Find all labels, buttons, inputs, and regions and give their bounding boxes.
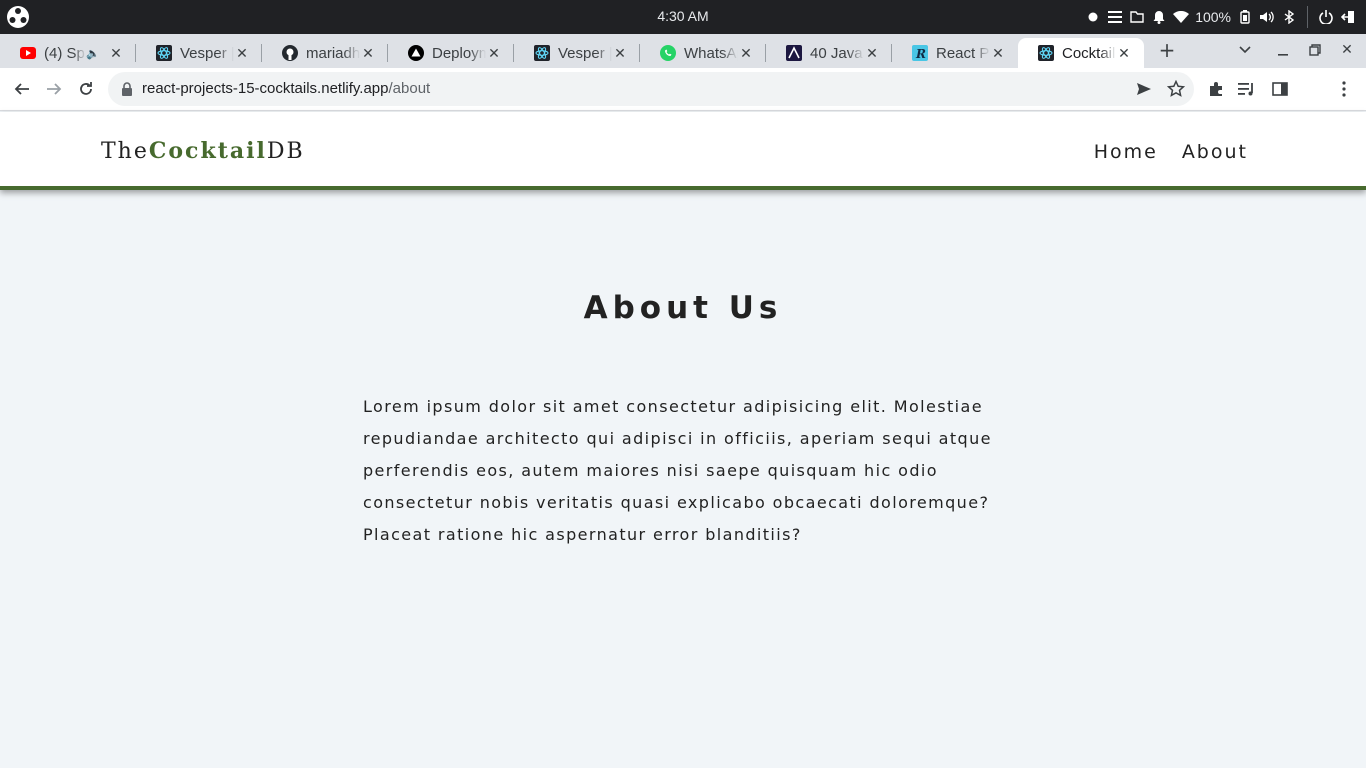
volume-icon[interactable]	[1259, 9, 1275, 25]
tab[interactable]: Vesper | ✕	[514, 38, 640, 68]
minimize-icon[interactable]	[1274, 40, 1292, 60]
system-tray: 100%	[1085, 6, 1356, 28]
back-icon[interactable]	[12, 79, 32, 99]
wifi-icon[interactable]	[1173, 9, 1190, 25]
new-tab-button[interactable]: +	[1156, 39, 1178, 61]
browser-toolbar: react-projects-15-cocktails.netlify.app/…	[0, 68, 1366, 111]
page-title: About Us	[583, 290, 783, 326]
logo-post: DB	[266, 139, 305, 164]
tab-title: Cocktails	[1062, 44, 1116, 62]
close-icon[interactable]: ✕	[738, 45, 754, 61]
logo-accent: Cocktail	[148, 138, 267, 164]
folder-icon[interactable]	[1129, 9, 1145, 25]
tab[interactable]: WhatsAp ✕	[640, 38, 766, 68]
js-course-icon	[786, 45, 802, 61]
close-icon[interactable]: ✕	[990, 45, 1006, 61]
forward-icon[interactable]	[44, 79, 64, 99]
tab-title: Vesper |	[180, 44, 234, 62]
about-paragraph: Lorem ipsum dolor sit amet consectetur a…	[363, 397, 992, 544]
tab[interactable]: (4) Sp 🔈 ✕	[0, 38, 136, 68]
tab-title: (4) Sp	[44, 44, 85, 62]
tab[interactable]: Vesper | ✕	[136, 38, 262, 68]
bookmark-star-icon[interactable]	[1166, 79, 1186, 99]
whatsapp-icon	[660, 45, 676, 61]
send-icon[interactable]	[1134, 79, 1154, 99]
battery-icon[interactable]	[1237, 9, 1253, 25]
nav-about-link[interactable]: About	[1182, 141, 1248, 163]
reload-icon[interactable]	[76, 79, 96, 99]
close-icon[interactable]: ✕	[360, 45, 376, 61]
close-icon[interactable]: ✕	[234, 45, 250, 61]
nav-home-link[interactable]: Home	[1094, 141, 1158, 163]
site-navbar: TheCocktailDB Home About	[0, 112, 1366, 190]
more-menu-icon[interactable]	[1334, 79, 1354, 99]
record-dot-icon[interactable]	[1085, 9, 1101, 25]
tray-divider	[1307, 6, 1308, 28]
svg-text:R: R	[915, 47, 926, 61]
menu-icon[interactable]	[1107, 9, 1123, 25]
address-bar[interactable]: react-projects-15-cocktails.netlify.app/…	[108, 72, 1194, 106]
tab-title: 40 JavaSc	[810, 44, 864, 62]
close-icon[interactable]: ✕	[1116, 45, 1132, 61]
bluetooth-icon[interactable]	[1281, 9, 1297, 25]
os-top-bar: 4:30 AM 100%	[0, 0, 1366, 34]
tab-title: Deploym	[432, 44, 486, 62]
react-icon	[1038, 45, 1054, 61]
site-logo[interactable]: TheCocktailDB	[101, 138, 305, 164]
side-panel-icon[interactable]	[1270, 79, 1290, 99]
audio-playing-icon[interactable]: 🔈	[86, 47, 100, 60]
battery-percent[interactable]: 100%	[1195, 9, 1231, 25]
close-window-icon[interactable]: ✕	[1338, 40, 1356, 60]
bell-icon[interactable]	[1151, 9, 1167, 25]
close-icon[interactable]: ✕	[108, 45, 124, 61]
nav-links: Home About	[1094, 141, 1248, 163]
tab-title: React Pro	[936, 44, 990, 62]
logout-icon[interactable]	[1340, 9, 1356, 25]
github-icon	[282, 45, 298, 61]
tab[interactable]: R React Pro ✕	[892, 38, 1018, 68]
tab-title: mariadh	[306, 44, 360, 62]
close-icon[interactable]: ✕	[864, 45, 880, 61]
power-icon[interactable]	[1318, 9, 1334, 25]
url-path: /about	[388, 80, 431, 97]
youtube-icon	[20, 45, 36, 61]
vercel-icon	[408, 45, 424, 61]
tab[interactable]: Deploym ✕	[388, 38, 514, 68]
r-icon: R	[912, 45, 928, 61]
media-queue-icon[interactable]	[1237, 79, 1257, 99]
react-icon	[534, 45, 550, 61]
close-icon[interactable]: ✕	[486, 45, 502, 61]
lock-icon[interactable]	[120, 81, 134, 97]
url-text[interactable]: react-projects-15-cocktails.netlify.app/…	[142, 80, 430, 97]
close-icon[interactable]: ✕	[612, 45, 628, 61]
tab-search-icon[interactable]	[1236, 40, 1254, 60]
restore-icon[interactable]	[1306, 40, 1324, 60]
tab-active[interactable]: Cocktails ✕	[1018, 38, 1144, 68]
extensions-icon[interactable]	[1206, 79, 1226, 99]
tab[interactable]: 40 JavaSc ✕	[766, 38, 892, 68]
tab-title: WhatsAp	[684, 44, 738, 62]
url-host: react-projects-15-cocktails.netlify.app	[142, 80, 389, 97]
tab[interactable]: mariadh ✕	[262, 38, 388, 68]
react-icon	[156, 45, 172, 61]
logo-pre: The	[101, 139, 149, 164]
tab-title: Vesper |	[558, 44, 612, 62]
